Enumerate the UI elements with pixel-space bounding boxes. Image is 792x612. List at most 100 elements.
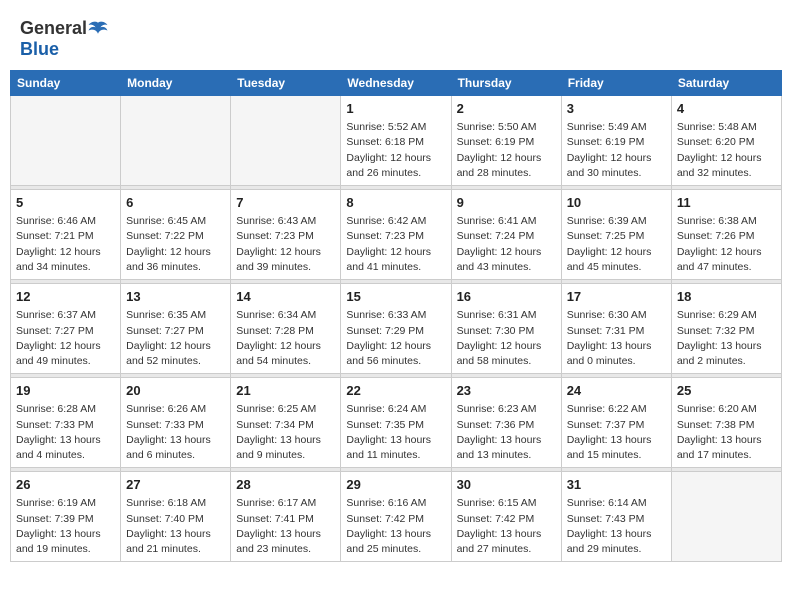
calendar-cell xyxy=(671,472,781,562)
calendar-cell: 30 Sunrise: 6:15 AM Sunset: 7:42 PM Dayli… xyxy=(451,472,561,562)
calendar-cell: 24 Sunrise: 6:22 AM Sunset: 7:37 PM Dayli… xyxy=(561,378,671,468)
calendar-cell: 1 Sunrise: 5:52 AM Sunset: 6:18 PM Daylig… xyxy=(341,96,451,186)
day-number: 18 xyxy=(677,288,776,306)
day-info: Sunrise: 6:15 AM Sunset: 7:42 PM Dayligh… xyxy=(457,496,556,557)
weekday-header-thursday: Thursday xyxy=(451,71,561,96)
day-info: Sunrise: 6:18 AM Sunset: 7:40 PM Dayligh… xyxy=(126,496,225,557)
day-info: Sunrise: 6:28 AM Sunset: 7:33 PM Dayligh… xyxy=(16,402,115,463)
calendar-cell: 23 Sunrise: 6:23 AM Sunset: 7:36 PM Dayli… xyxy=(451,378,561,468)
calendar-week-row: 12 Sunrise: 6:37 AM Sunset: 7:27 PM Dayli… xyxy=(11,284,782,374)
day-number: 23 xyxy=(457,382,556,400)
day-info: Sunrise: 6:46 AM Sunset: 7:21 PM Dayligh… xyxy=(16,214,115,275)
calendar-cell: 15 Sunrise: 6:33 AM Sunset: 7:29 PM Dayli… xyxy=(341,284,451,374)
calendar-table: SundayMondayTuesdayWednesdayThursdayFrid… xyxy=(10,70,782,562)
day-info: Sunrise: 6:45 AM Sunset: 7:22 PM Dayligh… xyxy=(126,214,225,275)
calendar-cell: 26 Sunrise: 6:19 AM Sunset: 7:39 PM Dayli… xyxy=(11,472,121,562)
calendar-cell: 5 Sunrise: 6:46 AM Sunset: 7:21 PM Daylig… xyxy=(11,190,121,280)
day-info: Sunrise: 6:17 AM Sunset: 7:41 PM Dayligh… xyxy=(236,496,335,557)
day-number: 27 xyxy=(126,476,225,494)
calendar-cell: 11 Sunrise: 6:38 AM Sunset: 7:26 PM Dayli… xyxy=(671,190,781,280)
day-info: Sunrise: 6:33 AM Sunset: 7:29 PM Dayligh… xyxy=(346,308,445,369)
calendar-cell: 16Sunrise: 6:31 AM Sunset: 7:30 PM Dayli… xyxy=(451,284,561,374)
day-number: 6 xyxy=(126,194,225,212)
calendar-cell: 22 Sunrise: 6:24 AM Sunset: 7:35 PM Dayli… xyxy=(341,378,451,468)
day-info: Sunrise: 6:39 AM Sunset: 7:25 PM Dayligh… xyxy=(567,214,666,275)
weekday-header-friday: Friday xyxy=(561,71,671,96)
calendar-cell: 18 Sunrise: 6:29 AM Sunset: 7:32 PM Dayli… xyxy=(671,284,781,374)
calendar-week-row: 19 Sunrise: 6:28 AM Sunset: 7:33 PM Dayli… xyxy=(11,378,782,468)
calendar-cell: 27 Sunrise: 6:18 AM Sunset: 7:40 PM Dayli… xyxy=(121,472,231,562)
calendar-cell: 8 Sunrise: 6:42 AM Sunset: 7:23 PM Daylig… xyxy=(341,190,451,280)
day-info: Sunrise: 5:50 AM Sunset: 6:19 PM Dayligh… xyxy=(457,120,556,181)
day-number: 1 xyxy=(346,100,445,118)
weekday-header-row: SundayMondayTuesdayWednesdayThursdayFrid… xyxy=(11,71,782,96)
day-number: 22 xyxy=(346,382,445,400)
day-info: Sunrise: 6:41 AM Sunset: 7:24 PM Dayligh… xyxy=(457,214,556,275)
day-number: 10 xyxy=(567,194,666,212)
day-number: 19 xyxy=(16,382,115,400)
day-number: 20 xyxy=(126,382,225,400)
day-number: 8 xyxy=(346,194,445,212)
day-info: Sunrise: 6:42 AM Sunset: 7:23 PM Dayligh… xyxy=(346,214,445,275)
weekday-header-sunday: Sunday xyxy=(11,71,121,96)
day-number: 24 xyxy=(567,382,666,400)
logo-general: General xyxy=(20,18,87,39)
day-info: Sunrise: 5:49 AM Sunset: 6:19 PM Dayligh… xyxy=(567,120,666,181)
day-number: 9 xyxy=(457,194,556,212)
day-info: Sunrise: 6:37 AM Sunset: 7:27 PM Dayligh… xyxy=(16,308,115,369)
day-info: Sunrise: 5:48 AM Sunset: 6:20 PM Dayligh… xyxy=(677,120,776,181)
calendar-cell: 21Sunrise: 6:25 AM Sunset: 7:34 PM Dayli… xyxy=(231,378,341,468)
day-info: Sunrise: 6:24 AM Sunset: 7:35 PM Dayligh… xyxy=(346,402,445,463)
day-info: Sunrise: 6:31 AM Sunset: 7:30 PM Dayligh… xyxy=(457,308,556,369)
calendar-cell: 6 Sunrise: 6:45 AM Sunset: 7:22 PM Daylig… xyxy=(121,190,231,280)
day-info: Sunrise: 6:23 AM Sunset: 7:36 PM Dayligh… xyxy=(457,402,556,463)
day-number: 30 xyxy=(457,476,556,494)
day-info: Sunrise: 6:14 AM Sunset: 7:43 PM Dayligh… xyxy=(567,496,666,557)
calendar-cell: 7Sunrise: 6:43 AM Sunset: 7:23 PM Daylig… xyxy=(231,190,341,280)
day-info: Sunrise: 5:52 AM Sunset: 6:18 PM Dayligh… xyxy=(346,120,445,181)
calendar-week-row: 5 Sunrise: 6:46 AM Sunset: 7:21 PM Daylig… xyxy=(11,190,782,280)
calendar-cell: 3Sunrise: 5:49 AM Sunset: 6:19 PM Daylig… xyxy=(561,96,671,186)
day-number: 13 xyxy=(126,288,225,306)
day-number: 4 xyxy=(677,100,776,118)
calendar-cell: 17 Sunrise: 6:30 AM Sunset: 7:31 PM Dayli… xyxy=(561,284,671,374)
calendar-cell: 31 Sunrise: 6:14 AM Sunset: 7:43 PM Dayli… xyxy=(561,472,671,562)
day-info: Sunrise: 6:20 AM Sunset: 7:38 PM Dayligh… xyxy=(677,402,776,463)
calendar-cell: 13Sunrise: 6:35 AM Sunset: 7:27 PM Dayli… xyxy=(121,284,231,374)
day-number: 14 xyxy=(236,288,335,306)
logo: GeneralBlue xyxy=(20,18,109,60)
day-number: 31 xyxy=(567,476,666,494)
calendar-cell: 19 Sunrise: 6:28 AM Sunset: 7:33 PM Dayli… xyxy=(11,378,121,468)
day-info: Sunrise: 6:26 AM Sunset: 7:33 PM Dayligh… xyxy=(126,402,225,463)
logo-blue: Blue xyxy=(20,39,59,60)
calendar-cell: 29 Sunrise: 6:16 AM Sunset: 7:42 PM Dayli… xyxy=(341,472,451,562)
weekday-header-tuesday: Tuesday xyxy=(231,71,341,96)
calendar-cell: 9 Sunrise: 6:41 AM Sunset: 7:24 PM Daylig… xyxy=(451,190,561,280)
calendar-cell xyxy=(121,96,231,186)
weekday-header-wednesday: Wednesday xyxy=(341,71,451,96)
calendar-cell: 14Sunrise: 6:34 AM Sunset: 7:28 PM Dayli… xyxy=(231,284,341,374)
day-info: Sunrise: 6:29 AM Sunset: 7:32 PM Dayligh… xyxy=(677,308,776,369)
calendar-week-row: 26 Sunrise: 6:19 AM Sunset: 7:39 PM Dayli… xyxy=(11,472,782,562)
day-info: Sunrise: 6:22 AM Sunset: 7:37 PM Dayligh… xyxy=(567,402,666,463)
day-info: Sunrise: 6:38 AM Sunset: 7:26 PM Dayligh… xyxy=(677,214,776,275)
calendar-cell: 12 Sunrise: 6:37 AM Sunset: 7:27 PM Dayli… xyxy=(11,284,121,374)
day-info: Sunrise: 6:19 AM Sunset: 7:39 PM Dayligh… xyxy=(16,496,115,557)
day-info: Sunrise: 6:16 AM Sunset: 7:42 PM Dayligh… xyxy=(346,496,445,557)
day-number: 5 xyxy=(16,194,115,212)
day-number: 15 xyxy=(346,288,445,306)
calendar-cell: 10 Sunrise: 6:39 AM Sunset: 7:25 PM Dayli… xyxy=(561,190,671,280)
calendar-cell xyxy=(11,96,121,186)
day-number: 26 xyxy=(16,476,115,494)
day-info: Sunrise: 6:25 AM Sunset: 7:34 PM Dayligh… xyxy=(236,402,335,463)
calendar-cell: 28 Sunrise: 6:17 AM Sunset: 7:41 PM Dayli… xyxy=(231,472,341,562)
day-info: Sunrise: 6:30 AM Sunset: 7:31 PM Dayligh… xyxy=(567,308,666,369)
calendar-week-row: 1 Sunrise: 5:52 AM Sunset: 6:18 PM Daylig… xyxy=(11,96,782,186)
day-number: 29 xyxy=(346,476,445,494)
logo-bird-icon xyxy=(87,20,109,38)
day-number: 11 xyxy=(677,194,776,212)
day-number: 17 xyxy=(567,288,666,306)
calendar-cell: 2Sunrise: 5:50 AM Sunset: 6:19 PM Daylig… xyxy=(451,96,561,186)
day-number: 12 xyxy=(16,288,115,306)
day-number: 28 xyxy=(236,476,335,494)
